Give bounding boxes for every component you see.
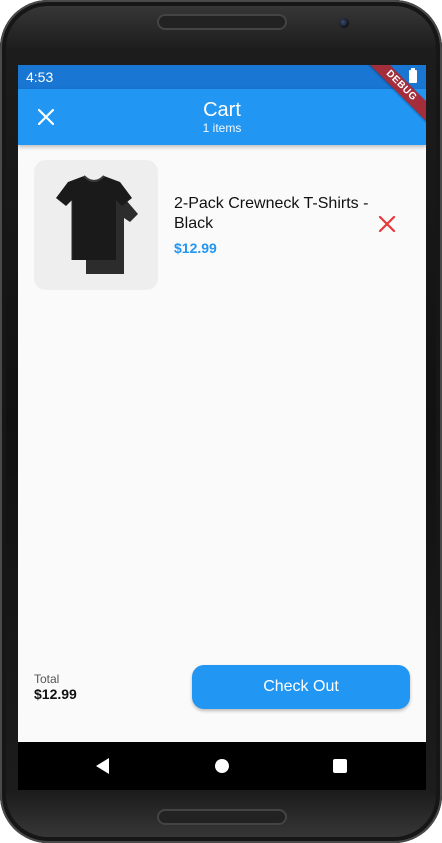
battery-icon xyxy=(409,68,417,83)
tshirt-image xyxy=(56,175,138,274)
status-bar: 4:53 xyxy=(18,65,426,89)
back-icon[interactable] xyxy=(96,758,109,774)
title-group: Cart 1 items xyxy=(18,99,426,135)
product-name: 2-Pack Crewneck T-Shirts - Black xyxy=(174,195,369,232)
product-price: $12.99 xyxy=(174,240,217,256)
total-label: Total xyxy=(34,672,60,686)
system-nav-bar xyxy=(18,742,426,790)
front-camera xyxy=(339,18,349,28)
app-screen: 4:53 Cart 1 items DEBUG 2-Pack Crewneck … xyxy=(18,65,426,790)
total-value: $12.99 xyxy=(34,686,77,702)
product-image[interactable] xyxy=(34,160,158,290)
recents-icon[interactable] xyxy=(333,759,347,773)
checkout-button[interactable]: Check Out xyxy=(192,665,410,709)
remove-item-button[interactable] xyxy=(374,211,400,237)
home-icon[interactable] xyxy=(215,759,229,773)
bottom-speaker xyxy=(157,809,287,825)
top-speaker xyxy=(157,14,287,30)
page-title: Cart xyxy=(203,99,241,121)
item-count: 1 items xyxy=(202,121,242,135)
app-bar: Cart 1 items xyxy=(18,89,426,145)
remove-icon xyxy=(378,215,396,233)
status-time: 4:53 xyxy=(26,69,54,85)
cart-item: 2-Pack Crewneck T-Shirts - Black $12.99 xyxy=(34,160,410,290)
